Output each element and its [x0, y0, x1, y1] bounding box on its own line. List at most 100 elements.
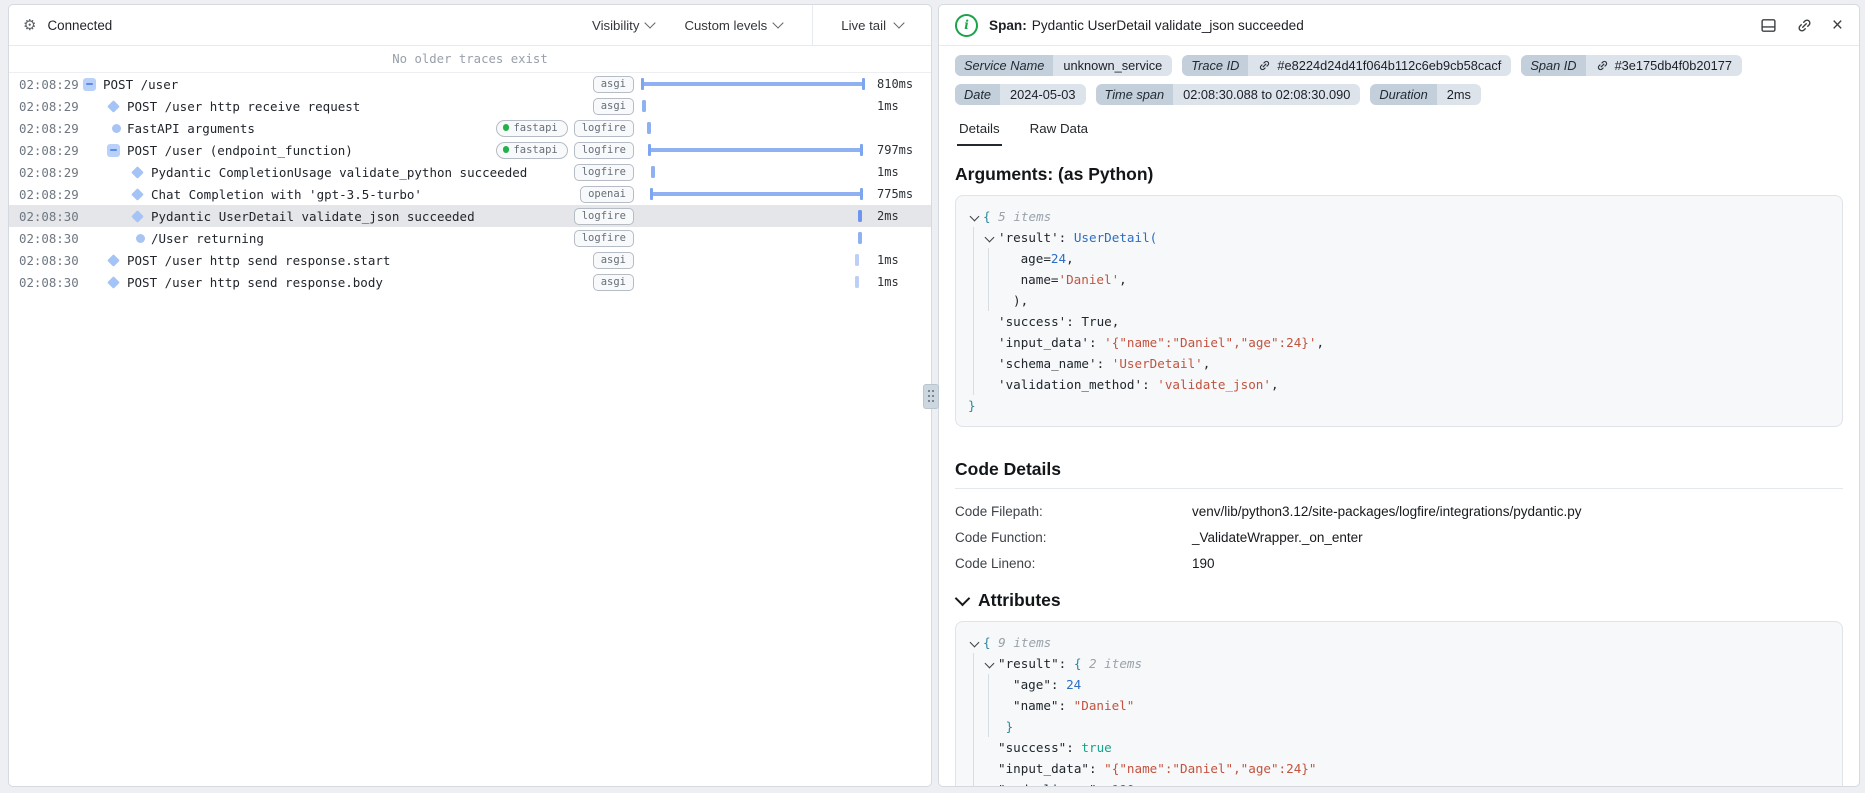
- code-detail-label: Code Filepath:: [955, 503, 1043, 519]
- duration-bar-track: [642, 183, 869, 205]
- detail-tabs: Details Raw Data: [939, 107, 1859, 146]
- dock-panel-icon[interactable]: [1760, 17, 1777, 34]
- collapse-caret-icon[interactable]: [983, 653, 998, 674]
- row-tree: POST /user http send response.start: [81, 253, 583, 268]
- row-tree: Pydantic CompletionUsage validate_python…: [81, 165, 564, 180]
- code-detail-value: _ValidateWrapper._on_enter: [1192, 529, 1363, 545]
- code-token-pl: :: [1058, 656, 1074, 671]
- duration-tick: [646, 122, 651, 134]
- indent-guide: [968, 311, 983, 332]
- code-line: "name": "Daniel": [968, 695, 1830, 716]
- indent-guide: [968, 290, 983, 311]
- code-token-str: "Daniel": [1073, 698, 1135, 713]
- row-timestamp: 02:08:29: [19, 164, 79, 180]
- duration-bar: [650, 188, 864, 200]
- meta-value: 2ms: [1436, 84, 1481, 105]
- duration-tick: [642, 100, 646, 112]
- duration-label: 1ms: [877, 165, 899, 179]
- duration-bar-track: [642, 249, 869, 271]
- row-timestamp: 02:08:29: [19, 98, 79, 114]
- trace-row[interactable]: 02:08:29 Pydantic CompletionUsage validat…: [9, 161, 931, 183]
- code-token-pl: :: [1096, 356, 1112, 371]
- scope-badge: asgi: [592, 75, 634, 93]
- indent-pad: [998, 248, 1013, 269]
- trace-row[interactable]: 02:08:30/User returning logfire: [9, 227, 931, 249]
- trace-row[interactable]: 02:08:29 Chat Completion with 'gpt-3.5-tu…: [9, 183, 931, 205]
- header-menu-custom-levels[interactable]: Custom levels: [684, 17, 784, 33]
- collapse-caret-icon[interactable]: [968, 632, 983, 653]
- code-line: "result": { 2 items: [968, 653, 1830, 674]
- chevron-down-icon: [644, 17, 657, 29]
- meta-label: Span ID: [1521, 55, 1586, 76]
- code-token-key: "result": [998, 656, 1059, 671]
- collapse-caret-icon[interactable]: [968, 206, 983, 227]
- code-token-pl: :: [1066, 740, 1082, 755]
- collapse-icon[interactable]: [107, 143, 120, 157]
- indent-guide: [983, 290, 998, 311]
- meta-badge-duration: Duration 2ms: [1370, 84, 1481, 105]
- trace-row[interactable]: 02:08:30 POST /user http send response.st…: [9, 249, 931, 271]
- trace-row[interactable]: 02:08:29 POST /user http receive request a…: [9, 95, 931, 117]
- arguments-code-block: { 5 items'result': UserDetail( age= 24, n…: [955, 195, 1843, 427]
- code-token-type: UserDetail(: [1073, 230, 1158, 245]
- no-older-traces-notice: No older traces exist: [9, 46, 931, 73]
- code-token-str: "{"name":"Daniel","age":24}": [1104, 761, 1317, 776]
- duration-bar-track: [642, 271, 869, 293]
- indent-guide: [983, 248, 998, 269]
- code-line: 'result': UserDetail(: [968, 227, 1830, 248]
- close-icon[interactable]: ×: [1832, 16, 1843, 35]
- code-token-pl: :: [1050, 677, 1067, 692]
- row-tree: FastAPI arguments: [81, 121, 486, 136]
- duration-bar-track: [642, 227, 869, 249]
- trace-panel-header: ⚙ Connected Visibility Custom levels Live…: [9, 5, 931, 46]
- span-label: FastAPI arguments: [127, 120, 255, 136]
- duration-bar: [647, 144, 864, 156]
- trace-row[interactable]: 02:08:30 Pydantic UserDetail validate_jso…: [9, 205, 931, 227]
- arguments-heading: Arguments: (as Python): [955, 164, 1154, 184]
- trace-row[interactable]: 02:08:30 POST /user http send response.bo…: [9, 271, 931, 293]
- row-tree: POST /user: [81, 77, 583, 92]
- info-icon: i: [955, 13, 978, 37]
- indent-pad: [983, 779, 998, 786]
- row-timestamp: 02:08:30: [19, 252, 79, 268]
- row-icon-cell: [129, 165, 146, 179]
- meta-value[interactable]: #e8224d24d41f064b112c6eb9cb58cacf: [1248, 55, 1512, 76]
- code-token-pl: ,: [1119, 272, 1127, 287]
- panel-resize-handle[interactable]: [923, 384, 939, 409]
- meta-label: Duration: [1370, 84, 1437, 105]
- span-title: Span: Pydantic UserDetail validate_json s…: [989, 18, 1304, 33]
- code-detail-label: Code Function:: [955, 529, 1047, 545]
- code-token-str: '{"name":"Daniel","age":24}': [1104, 335, 1317, 350]
- trace-row[interactable]: 02:08:29 POST /user (endpoint_function) fa…: [9, 139, 931, 161]
- span-label: POST /user http send response.body: [127, 274, 383, 290]
- link-icon: [1596, 59, 1609, 72]
- collapse-caret-icon[interactable]: [983, 227, 998, 248]
- meta-value[interactable]: #3e175db4f0b20177: [1585, 55, 1742, 76]
- trace-row[interactable]: 02:08:29 POST /user asgi 810ms: [9, 73, 931, 95]
- code-token-brace: {: [983, 635, 999, 650]
- code-token-pl: age=: [1013, 251, 1051, 266]
- indent-guide: [968, 695, 983, 716]
- scope-badge: asgi: [592, 97, 634, 115]
- collapse-icon[interactable]: [83, 77, 96, 91]
- live-tail-dropdown[interactable]: Live tail: [812, 5, 931, 45]
- code-token-str: 'validate_json': [1157, 377, 1271, 392]
- header-menu-visibility[interactable]: Visibility: [592, 17, 657, 33]
- trace-row[interactable]: 02:08:29 FastAPI arguments fastapi logfire: [9, 117, 931, 139]
- tab-details[interactable]: Details: [957, 111, 1002, 146]
- code-line: 'input_data': '{"name":"Daniel","age":24…: [968, 332, 1830, 353]
- code-token-pl: : True,: [1066, 314, 1120, 329]
- duration-label: 810ms: [877, 77, 914, 91]
- tab-raw-data[interactable]: Raw Data: [1028, 111, 1090, 146]
- menu-label: Custom levels: [684, 17, 768, 33]
- copy-link-icon[interactable]: [1796, 17, 1813, 34]
- indent-pad: [998, 290, 1013, 311]
- collapse-section-icon[interactable]: [954, 590, 971, 607]
- settings-gear-icon[interactable]: ⚙: [23, 16, 36, 34]
- indent-guide: [968, 269, 983, 290]
- app-window: ⚙ Connected Visibility Custom levels Live…: [0, 0, 1865, 793]
- code-token-pl: ,: [1316, 335, 1325, 350]
- code-line: { 5 items: [968, 206, 1830, 227]
